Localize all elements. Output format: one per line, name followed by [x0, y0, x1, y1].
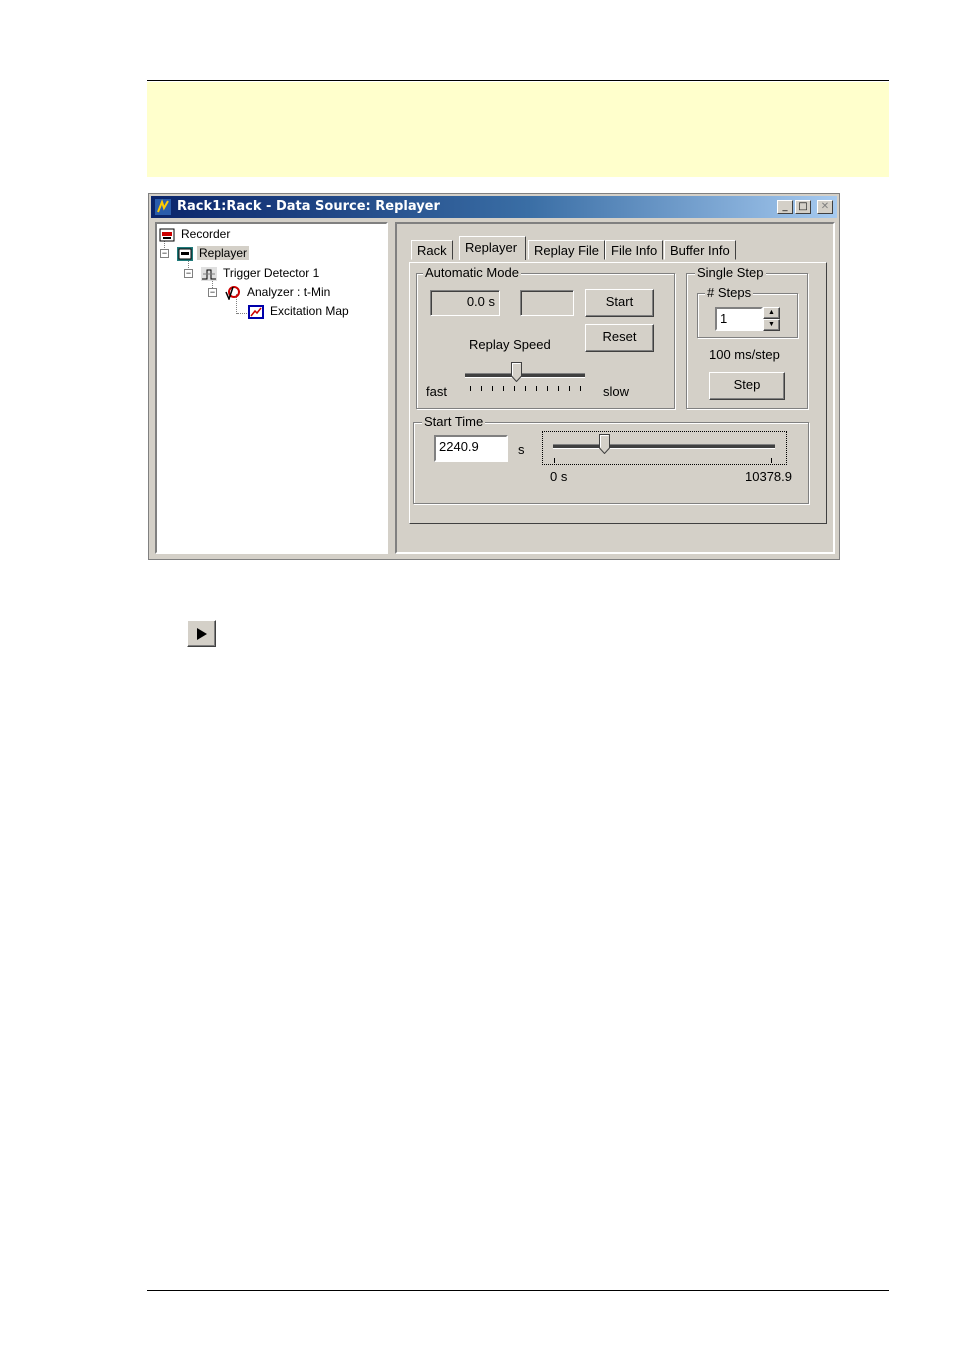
status-readout — [520, 290, 574, 316]
arrow-down-icon: ▼ — [768, 321, 775, 328]
steps-title: # Steps — [705, 285, 754, 300]
steps-input[interactable]: 1 — [715, 307, 763, 331]
slider-tick — [569, 386, 570, 391]
slider-tick — [492, 386, 493, 391]
replayer-tab-page: Automatic Mode 0.0 s Start Reset Replay … — [409, 262, 827, 524]
tree-item-label: Trigger Detector 1 — [223, 266, 320, 280]
automatic-mode-group: Automatic Mode 0.0 s Start Reset Replay … — [416, 265, 675, 409]
automatic-mode-title: Automatic Mode — [423, 265, 521, 280]
reset-button[interactable]: Reset — [585, 324, 654, 352]
replay-speed-slider[interactable] — [465, 360, 587, 396]
maximize-icon: □ — [798, 201, 808, 212]
tab-replayer[interactable]: Replayer — [459, 236, 526, 260]
tree-item-label: Replayer — [197, 246, 250, 260]
slider-tick — [525, 386, 526, 391]
tab-label: Replayer — [465, 240, 518, 255]
slider-thumb[interactable] — [598, 434, 610, 454]
single-step-group: Single Step # Steps 1 ▲ ▼ 100 ms/step St… — [686, 265, 808, 409]
start-time-title: Start Time — [422, 414, 486, 429]
single-step-title: Single Step — [695, 265, 766, 280]
play-button[interactable] — [187, 620, 216, 647]
tab-replay-file[interactable]: Replay File — [528, 240, 606, 260]
title-bar[interactable]: Rack1:Rack - Data Source: Replayer _ □ ✕ — [151, 196, 837, 218]
slider-tick — [514, 386, 515, 391]
tree-item-trigger-detector[interactable]: Trigger Detector 1 — [201, 264, 321, 282]
time-readout: 0.0 s — [430, 290, 500, 316]
slider-tick — [547, 386, 548, 391]
minimize-button[interactable]: _ — [777, 200, 793, 214]
tab-label: File Info — [611, 243, 658, 258]
replay-speed-label: Replay Speed — [469, 337, 551, 352]
slider-tick — [580, 386, 581, 391]
play-icon — [197, 628, 207, 640]
reset-label: Reset — [602, 329, 637, 344]
start-time-group: Start Time 2240.9 s 0 s 10378.9 — [413, 414, 809, 504]
time-readout-value: 0.0 s — [466, 294, 495, 309]
tab-label: Rack — [417, 243, 447, 258]
step-button[interactable]: Step — [709, 372, 785, 400]
steps-value: 1 — [720, 311, 728, 326]
tree-item-label: Recorder — [181, 227, 231, 241]
tree-item-label: Analyzer : t-Min — [247, 285, 331, 299]
slider-tick-max — [771, 458, 772, 463]
tree-item-recorder[interactable]: Recorder — [159, 225, 232, 243]
collapse-trigger-icon[interactable]: − — [184, 269, 193, 278]
start-time-input[interactable]: 2240.9 — [434, 435, 508, 462]
tab-rack[interactable]: Rack — [411, 240, 453, 260]
slow-label: slow — [603, 384, 630, 399]
slider-tick — [536, 386, 537, 391]
slider-tick — [503, 386, 504, 391]
window-title: Rack1:Rack - Data Source: Replayer — [177, 199, 440, 214]
slider-tick — [558, 386, 559, 391]
step-label: Step — [733, 377, 761, 392]
step-rate-label: 100 ms/step — [709, 347, 780, 362]
slider-thumb[interactable] — [511, 362, 523, 382]
steps-down-button[interactable]: ▼ — [763, 319, 780, 331]
slider-tick-min — [554, 458, 555, 463]
collapse-analyzer-icon[interactable]: − — [208, 288, 217, 297]
slider-tick — [470, 386, 471, 391]
settings-panel: Rack Replayer Replay File File Info Buff… — [395, 222, 835, 554]
start-time-value: 2240.9 — [439, 439, 479, 454]
tab-label: Replay File — [534, 243, 600, 258]
start-time-max-label: 10378.9 — [745, 469, 792, 484]
start-time-unit: s — [518, 442, 525, 457]
replayer-icon — [177, 246, 193, 261]
start-time-min-label: 0 s — [550, 469, 568, 484]
fast-label: fast — [426, 384, 447, 399]
close-button[interactable]: ✕ — [817, 200, 833, 214]
note-box — [147, 82, 889, 177]
tree-item-replayer[interactable]: Replayer — [177, 244, 250, 262]
source-tree[interactable]: Recorder − Replayer − Trigger Detector 1… — [155, 222, 388, 554]
map-icon — [248, 304, 264, 319]
footer-rule — [147, 1290, 889, 1291]
maximize-button[interactable]: □ — [795, 200, 811, 214]
slider-track — [465, 373, 585, 378]
tree-item-analyzer[interactable]: Analyzer : t-Min — [225, 283, 332, 301]
close-icon: ✕ — [820, 201, 830, 212]
app-icon — [155, 199, 171, 215]
minimize-icon: _ — [782, 201, 788, 212]
header-rule — [147, 80, 889, 81]
recorder-icon — [159, 228, 175, 242]
start-time-slider[interactable] — [542, 431, 787, 465]
slider-track — [553, 444, 775, 449]
tree-line — [237, 313, 247, 314]
collapse-replayer-icon[interactable]: − — [160, 249, 169, 258]
tree-item-label: Excitation Map — [270, 304, 349, 318]
tab-file-info[interactable]: File Info — [605, 240, 664, 260]
tree-item-excitation-map[interactable]: Excitation Map — [248, 302, 351, 320]
start-label: Start — [605, 294, 634, 309]
rack-window: Rack1:Rack - Data Source: Replayer _ □ ✕… — [148, 193, 840, 560]
tab-buffer-info[interactable]: Buffer Info — [664, 240, 736, 260]
steps-group: # Steps 1 ▲ ▼ — [697, 285, 798, 338]
start-button[interactable]: Start — [585, 289, 654, 317]
slider-tick — [481, 386, 482, 391]
slider-ticks — [465, 386, 585, 392]
tab-label: Buffer Info — [670, 243, 730, 258]
steps-up-button[interactable]: ▲ — [763, 307, 780, 319]
analyzer-icon — [225, 285, 240, 300]
arrow-up-icon: ▲ — [768, 309, 775, 316]
trigger-icon — [201, 266, 217, 281]
